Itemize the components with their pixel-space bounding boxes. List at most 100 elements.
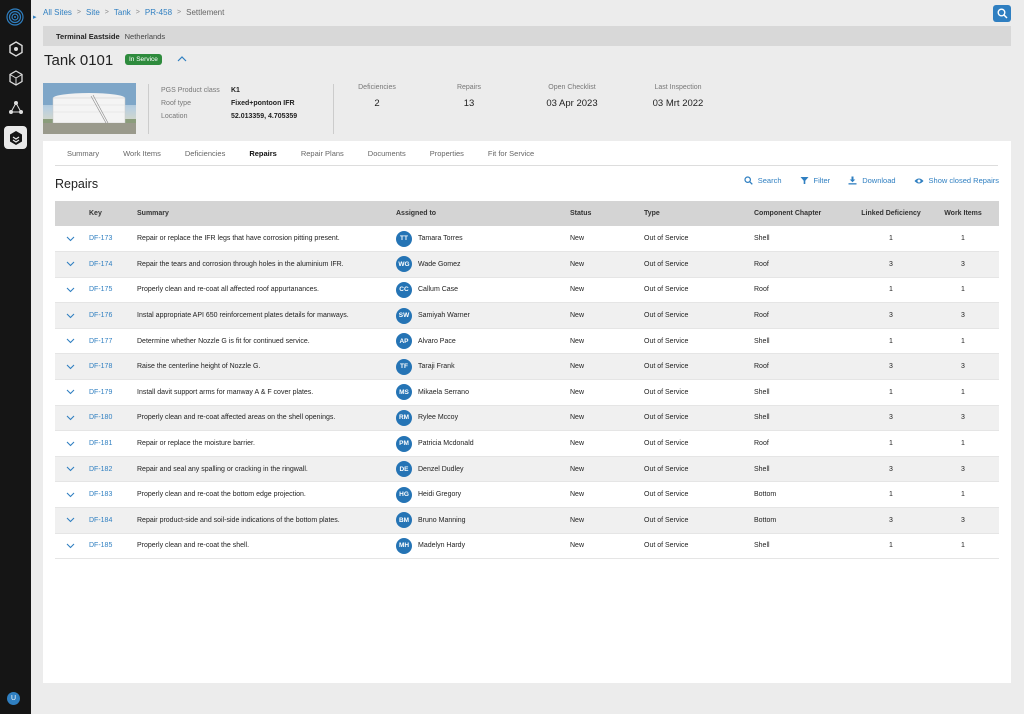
linked-deficiency-count: 3: [889, 260, 893, 268]
component-chapter: Bottom: [754, 516, 777, 524]
chevron-down-icon[interactable]: [59, 236, 81, 242]
chevron-down-icon[interactable]: [59, 364, 81, 370]
chevron-down-icon[interactable]: [59, 415, 81, 421]
user-avatar[interactable]: U: [7, 692, 20, 705]
avatar: DE: [396, 461, 412, 478]
tab-deficiencies[interactable]: Deficiencies: [173, 149, 237, 158]
table-row[interactable]: DF-180 Properly clean and re-coat affecte…: [55, 405, 999, 431]
breadcrumb: All Sites > Site > Tank > PR-458 > Settl…: [43, 8, 224, 17]
column-header-component-chapter[interactable]: Component Chapter: [750, 201, 855, 226]
layers-icon[interactable]: [4, 126, 27, 149]
chevron-down-icon[interactable]: [59, 389, 81, 395]
tab-repair-plans[interactable]: Repair Plans: [289, 149, 356, 158]
chevron-down-icon[interactable]: [59, 287, 81, 293]
repair-type: Out of Service: [644, 491, 689, 499]
table-row[interactable]: DF-184 Repair product-side and soil-side …: [55, 507, 999, 534]
repair-key-link[interactable]: DF-180: [85, 405, 133, 431]
component-chapter: Shell: [754, 414, 770, 422]
repair-key-link[interactable]: DF-176: [85, 303, 133, 329]
table-row[interactable]: DF-174 Repair the tears and corrosion thr…: [55, 251, 999, 278]
repair-key-link[interactable]: DF-175: [85, 277, 133, 303]
breadcrumb-tank[interactable]: Tank: [114, 8, 131, 17]
site-country: Netherlands: [124, 31, 166, 41]
chevron-up-icon[interactable]: [177, 54, 187, 65]
repair-key-link[interactable]: DF-174: [85, 252, 133, 278]
chevron-down-icon[interactable]: [59, 517, 81, 523]
assignee-name: Alvaro Pace: [418, 337, 456, 345]
tab-work-items[interactable]: Work Items: [111, 149, 173, 158]
column-header-status[interactable]: Status: [566, 201, 640, 226]
property-value: K1: [231, 87, 240, 94]
repair-summary: Install davit support arms for manway A …: [137, 388, 314, 396]
column-header-assigned-to[interactable]: Assigned to: [392, 201, 566, 226]
breadcrumb-site[interactable]: Site: [86, 8, 100, 17]
search-button[interactable]: Search: [744, 176, 782, 185]
assignee-cell: TT Tamara Torres: [392, 226, 566, 252]
column-header-summary[interactable]: Summary: [133, 201, 392, 226]
chevron-down-icon[interactable]: [59, 338, 81, 344]
breadcrumb-all-sites[interactable]: All Sites: [43, 8, 72, 17]
chevron-down-icon[interactable]: [59, 492, 81, 498]
chevron-down-icon[interactable]: [59, 543, 81, 549]
assignee-cell: CC Callum Case: [392, 277, 566, 303]
table-row[interactable]: DF-176 Instal appropriate API 650 reinfor…: [55, 302, 999, 329]
column-header-type[interactable]: Type: [640, 201, 750, 226]
avatar: BM: [396, 512, 412, 529]
repair-key-link[interactable]: DF-177: [85, 328, 133, 354]
table-row[interactable]: DF-178 Raise the centerline height of Noz…: [55, 353, 999, 380]
assignee-cell: MS Mikaela Serrano: [392, 380, 566, 406]
tab-repairs[interactable]: Repairs: [237, 149, 289, 158]
table-row[interactable]: DF-173 Repair or replace the IFR legs tha…: [55, 226, 999, 252]
work-items-count: 3: [961, 260, 965, 268]
cube-icon[interactable]: [4, 66, 27, 89]
linked-deficiency-count: 3: [889, 414, 893, 422]
chevron-right-icon: >: [135, 9, 140, 16]
show-closed-repairs-toggle[interactable]: Show closed Repairs: [914, 176, 999, 185]
column-header-key[interactable]: Key: [85, 201, 133, 226]
hexagon-icon[interactable]: [4, 37, 27, 60]
table-row[interactable]: DF-181 Repair or replace the moisture bar…: [55, 431, 999, 457]
assignee-cell: PM Patricia Mcdonald: [392, 431, 566, 457]
global-search-button[interactable]: [993, 5, 1011, 22]
table-row[interactable]: DF-175 Properly clean and re-coat all aff…: [55, 277, 999, 303]
column-header-work-items[interactable]: Work Items: [927, 201, 999, 226]
chevron-down-icon[interactable]: [59, 441, 81, 447]
download-button[interactable]: Download: [848, 176, 896, 185]
repair-key-link[interactable]: DF-184: [85, 508, 133, 534]
repair-key-link[interactable]: DF-183: [85, 482, 133, 508]
expand-rail-icon[interactable]: ▸: [33, 13, 37, 21]
repair-key-link[interactable]: DF-185: [85, 533, 133, 559]
network-icon[interactable]: [4, 96, 27, 119]
repair-key-link[interactable]: DF-181: [85, 431, 133, 457]
repair-key-link[interactable]: DF-173: [85, 226, 133, 252]
chevron-down-icon[interactable]: [59, 466, 81, 472]
table-row[interactable]: DF-179 Install davit support arms for man…: [55, 380, 999, 406]
tab-summary[interactable]: Summary: [55, 149, 111, 158]
table-row[interactable]: DF-185 Properly clean and re-coat the she…: [55, 533, 999, 559]
repair-status: New: [570, 260, 585, 268]
app-logo-icon[interactable]: [6, 8, 24, 26]
assignee-name: Wade Gomez: [418, 260, 461, 268]
tab-fit-for-service[interactable]: Fit for Service: [476, 149, 546, 158]
linked-deficiency-count: 1: [889, 542, 893, 550]
table-row[interactable]: DF-183 Properly clean and re-coat the bot…: [55, 482, 999, 508]
chevron-down-icon[interactable]: [59, 261, 81, 267]
repair-status: New: [570, 235, 585, 243]
assignee-name: Taraji Frank: [418, 363, 455, 371]
tab-properties[interactable]: Properties: [418, 149, 476, 158]
table-row[interactable]: DF-177 Determine whether Nozzle G is fit …: [55, 328, 999, 354]
repair-key-link[interactable]: DF-178: [85, 354, 133, 380]
linked-deficiency-count: 1: [889, 440, 893, 448]
tab-documents[interactable]: Documents: [356, 149, 418, 158]
chevron-down-icon[interactable]: [59, 313, 81, 319]
filter-button[interactable]: Filter: [800, 176, 830, 185]
repair-key-link[interactable]: DF-179: [85, 380, 133, 406]
search-icon: [744, 176, 753, 185]
linked-deficiency-count: 1: [889, 286, 893, 294]
repair-key-link[interactable]: DF-182: [85, 456, 133, 482]
repair-status: New: [570, 491, 585, 499]
work-items-count: 1: [961, 440, 965, 448]
column-header-linked-deficiency[interactable]: Linked Deficiency: [855, 201, 927, 226]
breadcrumb-project[interactable]: PR-458: [145, 8, 172, 17]
table-row[interactable]: DF-182 Repair and seal any spalling or cr…: [55, 456, 999, 482]
